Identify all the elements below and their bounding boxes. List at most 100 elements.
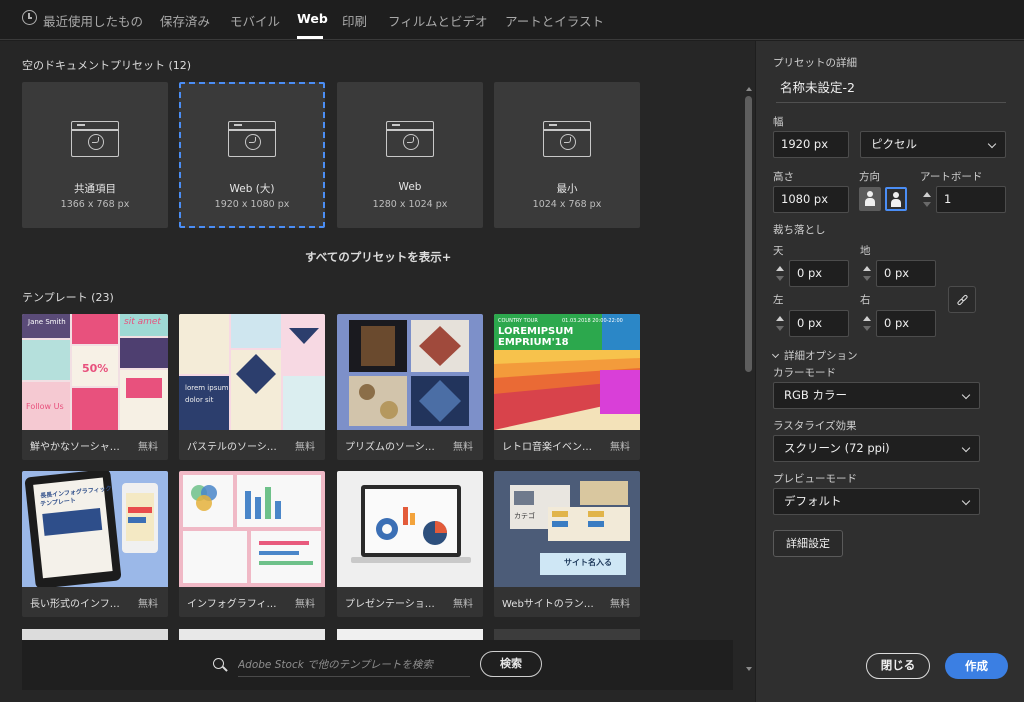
raster-effects-dropdown[interactable]: スクリーン (72 ppi) <box>773 435 980 462</box>
raster-effects-value: スクリーン (72 ppi) <box>784 441 890 455</box>
preset-card-web-large[interactable]: Web (大) 1920 x 1080 px <box>179 82 325 228</box>
bleed-bottom-stepper[interactable] <box>860 260 874 287</box>
chevron-down-icon <box>961 390 971 400</box>
template-caption: 長い形式のインフ… <box>30 599 120 610</box>
scroll-down-arrow-icon[interactable] <box>746 667 752 671</box>
template-card[interactable]: COUNTRY TOUR 01.03.2018 20:00-22:00 LORE… <box>494 314 640 460</box>
template-thumbnail: COUNTRY TOUR 01.03.2018 20:00-22:00 LORE… <box>494 314 640 430</box>
thumb-text: lorem ipsum <box>185 384 229 392</box>
unit-value: ピクセル <box>871 137 917 151</box>
template-caption: インフォグラフィ… <box>187 599 277 610</box>
thumb-text: カテゴ <box>514 512 535 520</box>
template-caption: Webサイトのラン… <box>502 599 594 610</box>
presets-panel: 空のドキュメントプリセット (12) 共通項目 1366 x 768 px We… <box>0 41 755 702</box>
document-name-field[interactable]: 名称未設定-2 <box>776 77 1006 103</box>
template-card[interactable]: プリズムのソーシ… 無料 <box>337 314 483 460</box>
bleed-top-label: 天 <box>773 245 784 257</box>
portrait-orientation-button[interactable] <box>859 187 881 211</box>
template-card[interactable]: lorem ipsum dolor sit パステルのソーシ… 無料 <box>179 314 325 460</box>
chevron-down-icon <box>961 443 971 453</box>
browser-globe-icon <box>543 121 591 157</box>
orientation-label: 方向 <box>859 171 880 183</box>
template-price: 無料 <box>138 599 158 610</box>
preset-name: 共通項目 <box>74 183 116 195</box>
bleed-right-input[interactable]: 0 px <box>876 310 936 337</box>
tab-mobile[interactable]: モバイル <box>230 11 280 30</box>
unit-dropdown[interactable]: ピクセル <box>860 131 1006 158</box>
browser-globe-icon <box>386 121 434 157</box>
tab-recent[interactable]: 最近使用したもの <box>43 11 143 30</box>
link-icon <box>956 294 969 306</box>
template-caption: プレゼンテーショ… <box>345 599 435 610</box>
create-button[interactable]: 作成 <box>945 653 1008 679</box>
stock-search-input[interactable] <box>238 653 470 677</box>
chevron-down-icon <box>771 350 780 359</box>
chevron-down-icon <box>961 496 971 506</box>
template-thumbnail <box>337 314 483 430</box>
bleed-right-stepper[interactable] <box>860 310 874 337</box>
thumb-text: EMPRIUM'18 <box>498 337 569 348</box>
preset-card-web[interactable]: Web 1280 x 1024 px <box>337 82 483 228</box>
template-card[interactable]: Jane Smith sit amet 50% Follow Us 鮮やかなソー… <box>22 314 168 460</box>
scrollbar[interactable] <box>743 82 755 675</box>
template-price: 無料 <box>610 599 630 610</box>
thumb-text: dolor sit <box>185 396 214 404</box>
preset-card-minimum[interactable]: 最小 1024 x 768 px <box>494 82 640 228</box>
scrollbar-thumb[interactable] <box>745 96 752 372</box>
bleed-left-input[interactable]: 0 px <box>789 310 849 337</box>
tab-web[interactable]: Web <box>297 11 328 26</box>
height-input[interactable]: 1080 px <box>773 186 849 213</box>
bleed-top-stepper[interactable] <box>773 260 787 287</box>
browser-globe-icon <box>71 121 119 157</box>
template-thumbnail: lorem ipsum dolor sit <box>179 314 325 430</box>
artboard-stepper[interactable] <box>920 186 934 213</box>
templates-section-title: テンプレート (23) <box>22 291 114 304</box>
width-input[interactable]: 1920 px <box>773 131 849 158</box>
bleed-right-label: 右 <box>860 294 871 306</box>
preview-mode-dropdown[interactable]: デフォルト <box>773 488 980 515</box>
tab-film-video[interactable]: フィルムとビデオ <box>388 11 488 30</box>
scroll-up-arrow-icon[interactable] <box>746 87 752 91</box>
tab-saved[interactable]: 保存済み <box>160 11 210 30</box>
thumb-text: sit amet <box>124 317 161 327</box>
template-caption: レトロ音楽イベン… <box>502 442 592 453</box>
bleed-bottom-input[interactable]: 0 px <box>876 260 936 287</box>
browser-globe-icon <box>228 121 276 157</box>
tab-art-illustration[interactable]: アートとイラスト <box>505 11 604 30</box>
advanced-options-toggle[interactable]: 詳細オプション <box>771 348 858 363</box>
thumb-text: LOREMIPSUM <box>498 326 574 337</box>
preset-size: 1024 x 768 px <box>532 199 602 210</box>
close-button[interactable]: 閉じる <box>866 653 930 679</box>
landscape-orientation-button[interactable] <box>885 187 907 211</box>
thumb-text: COUNTRY TOUR <box>498 318 538 324</box>
bleed-left-stepper[interactable] <box>773 310 787 337</box>
preset-card-common[interactable]: 共通項目 1366 x 768 px <box>22 82 168 228</box>
clock-icon <box>22 10 37 25</box>
template-card[interactable]: インフォグラフィ… 無料 <box>179 471 325 617</box>
template-card[interactable]: プレゼンテーショ… 無料 <box>337 471 483 617</box>
stock-search-bar: 検索 <box>22 640 733 690</box>
color-mode-dropdown[interactable]: RGB カラー <box>773 382 980 409</box>
top-tab-bar: 最近使用したもの 保存済み モバイル Web 印刷 フィルムとビデオ アートとイ… <box>0 0 1024 40</box>
show-all-presets-link[interactable]: すべてのプリセットを表示+ <box>305 249 451 265</box>
template-price: 無料 <box>295 442 315 453</box>
preset-size: 1280 x 1024 px <box>372 199 448 210</box>
bleed-bottom-label: 地 <box>860 245 871 257</box>
template-card[interactable]: カテゴ サイト名入る Webサイトのラン… 無料 <box>494 471 640 617</box>
link-bleed-button[interactable] <box>948 286 976 313</box>
thumb-text: サイト名入る <box>564 558 612 567</box>
template-caption: プリズムのソーシ… <box>345 442 435 453</box>
search-button[interactable]: 検索 <box>480 651 542 677</box>
template-card[interactable]: 長長インフォグラフィック テンプレート 長い形式のインフ… 無料 <box>22 471 168 617</box>
artboard-count-input[interactable]: 1 <box>936 186 1006 213</box>
bleed-label: 裁ち落とし <box>773 224 826 236</box>
tab-print[interactable]: 印刷 <box>342 11 367 30</box>
thumb-text: 50% <box>82 362 109 375</box>
thumb-text: Jane Smith <box>28 318 66 326</box>
template-price: 無料 <box>138 442 158 453</box>
template-thumbnail: カテゴ サイト名入る <box>494 471 640 587</box>
active-tab-indicator <box>297 36 323 39</box>
bleed-top-input[interactable]: 0 px <box>789 260 849 287</box>
template-thumbnail <box>179 471 325 587</box>
more-settings-button[interactable]: 詳細設定 <box>773 530 843 557</box>
